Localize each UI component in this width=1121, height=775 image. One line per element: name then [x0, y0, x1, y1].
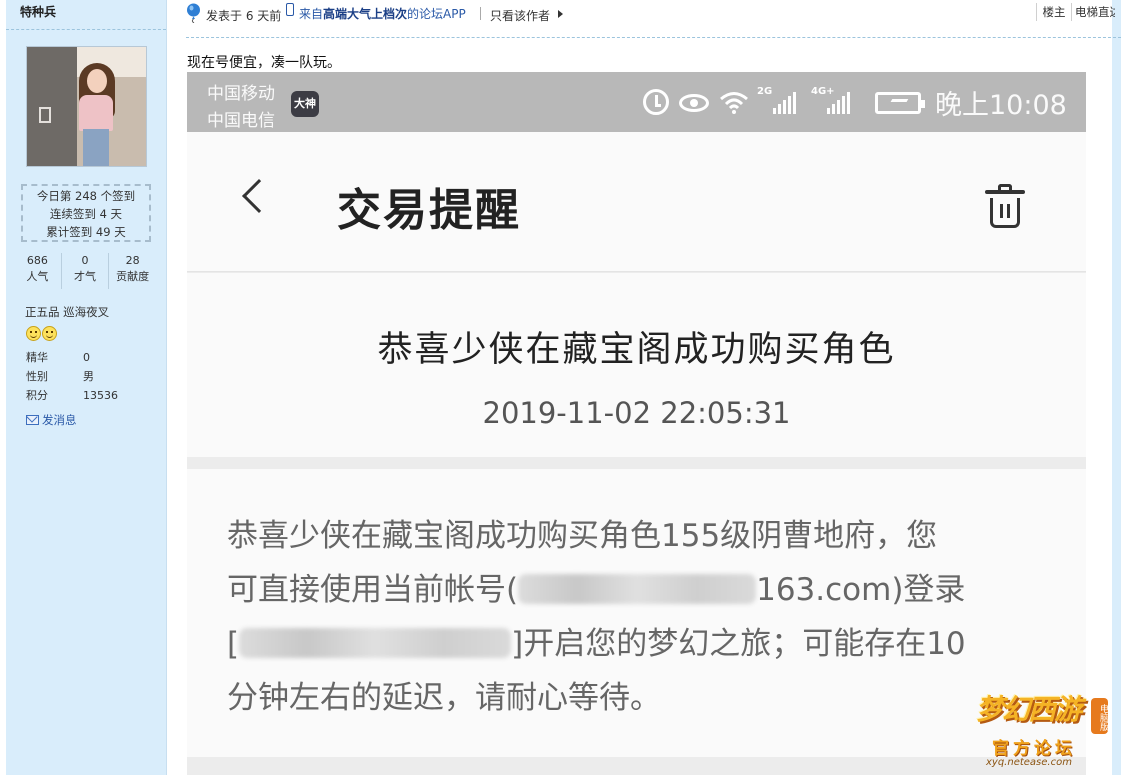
checkin-today: 今日第 248 个签到 — [36, 189, 136, 203]
stat-popularity[interactable]: 686 人气 — [14, 253, 61, 289]
redacted-email — [518, 574, 757, 604]
stat-talent[interactable]: 0 才气 — [60, 253, 109, 289]
profile-fields: 精华 0 性别 男 积分 13536 — [26, 348, 118, 405]
right-edge-strip — [1112, 0, 1121, 775]
alarm-icon — [643, 89, 669, 115]
app-title-bar: 交易提醒 — [187, 132, 1086, 272]
dashen-app-icon: 大神 — [291, 91, 319, 117]
forum-watermark-logo: 梦幻西游 电脑版 官方论坛 xyq.netease.com — [968, 688, 1112, 772]
send-message-label: 发消息 — [42, 413, 77, 427]
battery-charging-icon — [875, 92, 925, 114]
profile-row: 精华 0 — [26, 348, 118, 367]
watermark-url: xyq.netease.com — [986, 757, 1072, 768]
message-text: 可直接使用当前帐号( — [227, 572, 519, 608]
elevator-link[interactable]: 电梯直达 — [1075, 3, 1115, 21]
profile-row: 性别 男 — [26, 367, 118, 386]
send-message-link[interactable]: 发消息 — [26, 412, 77, 428]
attached-screenshot[interactable]: 中国移动 中国电信 大神 2G 4G+ 晚上10:08 交易提醒 恭喜少侠在藏宝… — [187, 72, 1086, 775]
app-prefix: 来自 — [299, 7, 324, 21]
checkin-box: 今日第 248 个签到 连续签到 4 天 累计签到 49 天 — [21, 184, 151, 242]
floor-label: 楼主 — [1036, 3, 1072, 21]
post-header: 发表于 6 天前 来自高端大气上档次的论坛APP 只看该作者 楼主 电梯直达 — [186, 0, 1121, 30]
mail-icon — [26, 415, 39, 425]
stat-value: 28 — [125, 254, 140, 267]
header-divider — [186, 37, 1121, 38]
notification-message: 恭喜少侠在藏宝阁成功购买角色155级阴曹地府，您 可直接使用当前帐号( 163.c… — [227, 509, 1047, 725]
app-source-link[interactable]: 来自高端大气上档次的论坛APP — [299, 5, 466, 22]
smiley-icon — [42, 326, 57, 341]
message-line: 恭喜少侠在藏宝阁成功购买角色155级阴曹地府，您 — [227, 518, 938, 554]
stat-contribution[interactable]: 28 贡献度 — [108, 253, 156, 289]
carrier-2: 中国电信 — [207, 111, 275, 131]
wifi-icon — [720, 92, 748, 114]
profile-value: 13536 — [83, 389, 118, 402]
checkin-total: 累计签到 49 天 — [46, 225, 126, 239]
notification-header-card: 恭喜少侠在藏宝阁成功购买角色 2019-11-02 22:05:31 — [187, 273, 1086, 457]
rank-medals — [26, 326, 57, 341]
avatar[interactable] — [26, 46, 147, 167]
message-text: 163.com)登录 — [756, 572, 966, 608]
phone-icon — [286, 3, 294, 16]
phone-status-bar: 中国移动 中国电信 大神 2G 4G+ 晚上10:08 — [187, 72, 1086, 132]
redacted-account — [239, 628, 512, 658]
message-line: 分钟左右的延迟，请耐心等待。 — [227, 680, 661, 716]
message-text: [ — [227, 626, 240, 662]
stat-label: 才气 — [74, 270, 96, 283]
eye-icon — [679, 94, 709, 112]
profile-row: 积分 13536 — [26, 386, 118, 405]
smiley-icon — [26, 326, 41, 341]
message-text: ]开启您的梦幻之旅；可能存在10 — [511, 626, 966, 662]
stat-label: 人气 — [26, 270, 49, 283]
profile-key: 性别 — [26, 370, 48, 383]
user-rank: 正五品 巡海夜叉 — [25, 305, 110, 319]
post-body-text: 现在号便宜，凑一队玩。 — [187, 55, 341, 71]
profile-key: 精华 — [26, 351, 48, 364]
balloon-icon — [187, 3, 200, 23]
profile-value: 0 — [83, 351, 90, 364]
stat-value: 686 — [26, 254, 48, 267]
notification-body-card: 恭喜少侠在藏宝阁成功购买角色155级阴曹地府，您 可直接使用当前帐号( 163.c… — [187, 469, 1086, 757]
watermark-badge: 电脑版 — [1091, 698, 1108, 734]
separator — [480, 7, 481, 20]
username[interactable]: 特种兵 — [6, 0, 166, 30]
only-author-link[interactable]: 只看该作者 — [490, 7, 550, 24]
stat-label: 贡献度 — [116, 270, 150, 283]
message-line: 可直接使用当前帐号( 163.com)登录 — [227, 563, 1047, 617]
trash-icon[interactable] — [985, 184, 1025, 230]
app-suffix: 的论坛APP — [407, 7, 466, 21]
notification-time: 2019-11-02 22:05:31 — [482, 396, 791, 430]
watermark-title: 梦幻西游 — [976, 693, 1082, 726]
back-icon[interactable] — [242, 179, 276, 213]
stat-value: 0 — [81, 254, 89, 267]
notification-title: 恭喜少侠在藏宝阁成功购买角色 — [377, 330, 896, 370]
message-line: [ ]开启您的梦幻之旅；可能存在10 — [227, 617, 1047, 671]
carrier-1: 中国移动 — [207, 84, 275, 104]
watermark-subtitle: 官方论坛 — [992, 739, 1076, 759]
checkin-streak: 连续签到 4 天 — [49, 207, 123, 221]
post-time: 发表于 6 天前 — [206, 9, 282, 23]
screen-title: 交易提醒 — [337, 185, 521, 236]
signal-2g-icon: 2G — [757, 86, 801, 114]
user-stats: 686 人气 0 才气 28 贡献度 — [14, 253, 156, 289]
profile-key: 积分 — [26, 389, 48, 402]
net-label: 2G — [757, 86, 773, 97]
status-time: 晚上10:08 — [935, 90, 1067, 121]
arrow-right-icon[interactable] — [558, 10, 563, 18]
profile-value: 男 — [83, 370, 94, 383]
signal-4g-icon: 4G+ — [811, 86, 855, 114]
app-bold: 高端大气上档次 — [323, 7, 408, 21]
